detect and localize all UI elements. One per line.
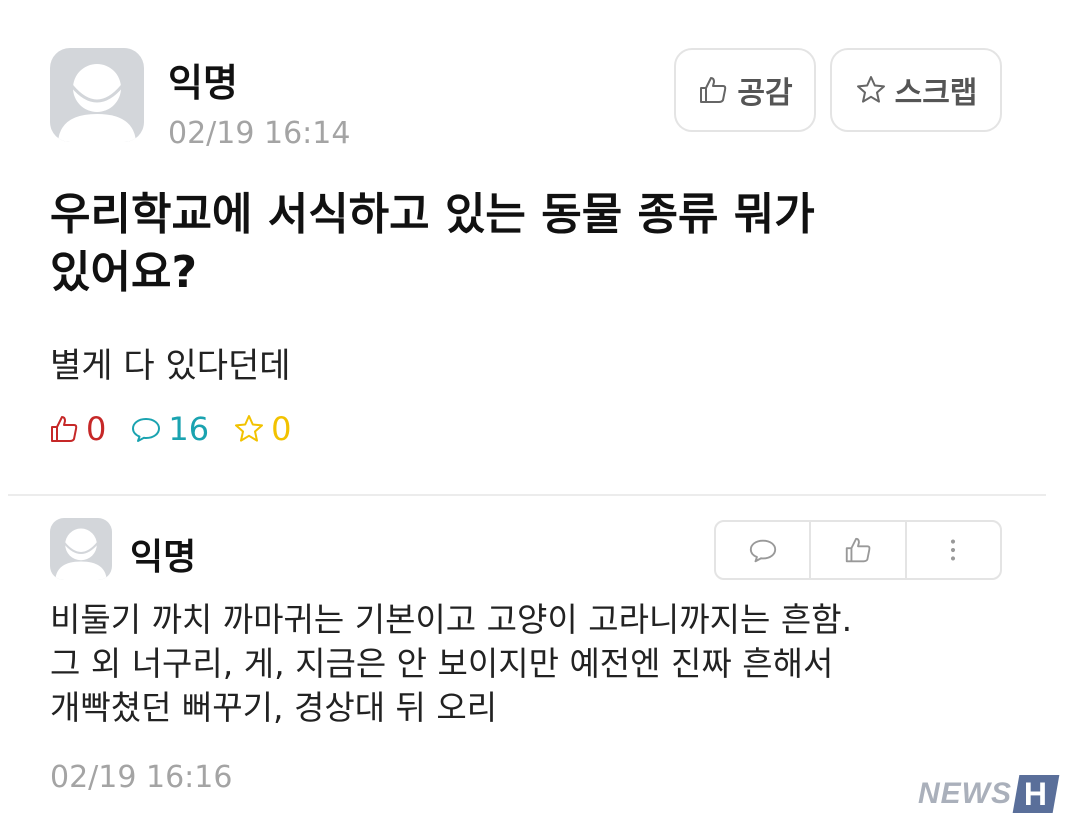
default-profile-icon [55, 528, 107, 580]
comment-author-avatar[interactable] [50, 518, 112, 580]
scrap-count: 0 [233, 410, 291, 448]
like-count: 0 [48, 410, 106, 448]
post-stats: 0 16 0 [48, 410, 315, 448]
comment-timestamp: 02/19 16:16 [50, 760, 233, 795]
watermark-text: NEWS [918, 777, 1012, 810]
section-divider [8, 494, 1046, 496]
post-timestamp: 02/19 16:14 [168, 116, 351, 151]
more-options-button[interactable] [907, 522, 1000, 578]
thumbs-up-icon [845, 537, 871, 563]
comment-action-bar [714, 520, 1002, 580]
star-icon [235, 415, 264, 442]
comment-line: 개빡쳤던 뻐꾸기, 경상대 뒤 오리 [50, 688, 498, 727]
scrap-button-label: 스크랩 [894, 76, 978, 111]
reply-button[interactable] [716, 522, 812, 578]
speech-bubble-icon [749, 539, 776, 563]
like-button[interactable]: 공감 [674, 48, 816, 132]
like-button-label: 공감 [737, 76, 793, 111]
comment-count-value: 16 [168, 410, 210, 448]
post-title: 우리학교에 서식하고 있는 동물 종류 뭐가있어요? [50, 189, 815, 298]
thumbs-up-icon [51, 416, 78, 442]
comment-author-name: 익명 [130, 537, 197, 578]
more-vertical-icon [951, 539, 956, 561]
post-body: 별게 다 있다던데 [50, 346, 291, 386]
star-icon [856, 76, 885, 103]
watermark-logo-box: H [1012, 775, 1060, 813]
comment-header: 익명 [50, 518, 1002, 588]
like-count-value: 0 [86, 410, 107, 448]
news-watermark: NEWS H [918, 775, 1060, 813]
author-avatar[interactable] [50, 48, 144, 142]
comment-body: 비둘기 까치 까마귀는 기본이고 고양이 고라니까지는 흔함. 그 외 너구리,… [50, 598, 1010, 730]
default-profile-icon [58, 64, 136, 142]
thumbs-up-icon [700, 77, 727, 103]
scrap-count-value: 0 [271, 410, 292, 448]
comment-count: 16 [130, 410, 209, 448]
speech-bubble-icon [132, 418, 161, 442]
watermark-letter: H [1024, 775, 1048, 812]
comment-like-button[interactable] [811, 522, 907, 578]
comment-line: 그 외 너구리, 게, 지금은 안 보이지만 예전엔 진짜 흔해서 [50, 644, 834, 683]
post-header: 익명 02/19 16:14 공감 스크랩 [50, 48, 1002, 151]
scrap-button[interactable]: 스크랩 [830, 48, 1002, 132]
comment-line: 비둘기 까치 까마귀는 기본이고 고양이 고라니까지는 흔함. [50, 600, 853, 639]
post-author-name: 익명 [168, 61, 238, 105]
